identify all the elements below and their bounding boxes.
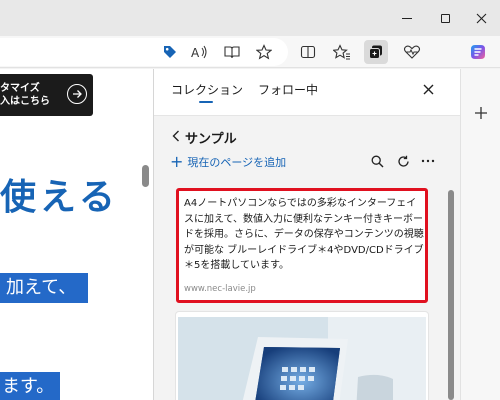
add-plus-icon: + xyxy=(170,152,184,171)
collection-item-text-card[interactable]: A4ノートパソコンならではの多彩なインターフェイスに加えて、数値入力に便利なテン… xyxy=(176,188,428,303)
collection-items-list: A4ノートパソコンならではの多彩なインターフェイスに加えて、数値入力に便利なテン… xyxy=(154,183,461,400)
arrow-right-icon xyxy=(67,84,87,104)
maximize-icon xyxy=(440,13,450,23)
item-text-content: A4ノートパソコンならではの多彩なインターフェイスに加えて、数値入力に便利なテン… xyxy=(184,198,424,271)
more-options-button[interactable] xyxy=(420,153,436,169)
collection-title: サンプル xyxy=(185,132,237,147)
favorites-icon xyxy=(333,44,350,60)
close-icon xyxy=(423,84,433,94)
back-button[interactable] xyxy=(170,128,182,144)
close-window-icon xyxy=(476,13,486,23)
highlighted-text-1: 加えて、 xyxy=(0,273,88,303)
favorite-button[interactable] xyxy=(252,40,276,64)
performance-heart-icon xyxy=(403,45,421,59)
tag-button[interactable] xyxy=(158,40,182,64)
immersive-reader-button[interactable] xyxy=(220,40,244,64)
refresh-icon xyxy=(397,155,409,167)
sidebar-add-button[interactable] xyxy=(473,105,489,121)
back-chevron-icon xyxy=(172,130,179,142)
split-screen-icon xyxy=(300,45,316,59)
highlighted-text-2: ます。 xyxy=(0,372,60,400)
read-aloud-icon: A xyxy=(191,45,207,60)
laptop-image xyxy=(178,317,426,400)
search-button[interactable] xyxy=(369,153,385,169)
minimize-button[interactable] xyxy=(388,0,426,36)
customize-promo-banner[interactable]: タマイズ 入はこちら xyxy=(0,74,93,116)
performance-button[interactable] xyxy=(400,40,424,64)
more-icon xyxy=(421,159,435,163)
minimize-icon xyxy=(402,17,412,19)
active-tab-indicator xyxy=(199,101,213,103)
tab-following[interactable]: フォロー中 xyxy=(258,81,318,98)
title-bar xyxy=(0,0,500,36)
web-page-content: タマイズ 入はこちら 使える 加えて、 ます。 xyxy=(0,69,153,400)
page-heading: 使える xyxy=(0,177,119,218)
close-panel-button[interactable] xyxy=(420,81,436,97)
collection-scroll-thumb[interactable] xyxy=(448,190,454,400)
promo-line-1: タマイズ xyxy=(0,83,40,94)
favorites-button[interactable] xyxy=(330,40,354,64)
copilot-icon xyxy=(471,45,485,59)
tab-collections[interactable]: コレクション xyxy=(171,81,243,98)
favorite-star-icon xyxy=(256,44,272,60)
close-window-button[interactable] xyxy=(462,0,500,36)
search-icon xyxy=(371,155,383,167)
add-current-page-button[interactable]: + 現在のページを追加 xyxy=(170,154,286,170)
read-aloud-button[interactable]: A xyxy=(188,40,212,64)
page-scroll-thumb[interactable] xyxy=(142,165,149,187)
address-bar[interactable] xyxy=(0,38,288,66)
edge-sidebar xyxy=(460,69,500,400)
page-scrollbar[interactable] xyxy=(139,69,153,400)
refresh-button[interactable] xyxy=(395,153,411,169)
svg-text:A: A xyxy=(191,46,200,60)
collections-icon xyxy=(369,45,382,59)
item-source-url[interactable]: www.nec-lavie.jp xyxy=(184,284,256,294)
collections-panel: コレクション フォロー中 サンプル + 現在のページを追加 A4ノートパソコンな… xyxy=(153,69,461,400)
tag-icon xyxy=(164,46,176,58)
collection-item-image-card[interactable] xyxy=(176,312,428,400)
promo-line-2: 入はこちら xyxy=(0,96,50,107)
copilot-button[interactable] xyxy=(466,40,490,64)
add-icon xyxy=(475,107,487,119)
maximize-button[interactable] xyxy=(426,0,464,36)
browser-toolbar: A xyxy=(0,36,500,68)
collection-header: サンプル + 現在のページを追加 xyxy=(154,115,461,183)
add-current-page-label: 現在のページを追加 xyxy=(187,156,287,169)
immersive-reader-icon xyxy=(224,46,240,59)
split-screen-button[interactable] xyxy=(296,40,320,64)
collections-button[interactable] xyxy=(364,40,388,64)
collection-scrollbar[interactable] xyxy=(447,186,455,400)
